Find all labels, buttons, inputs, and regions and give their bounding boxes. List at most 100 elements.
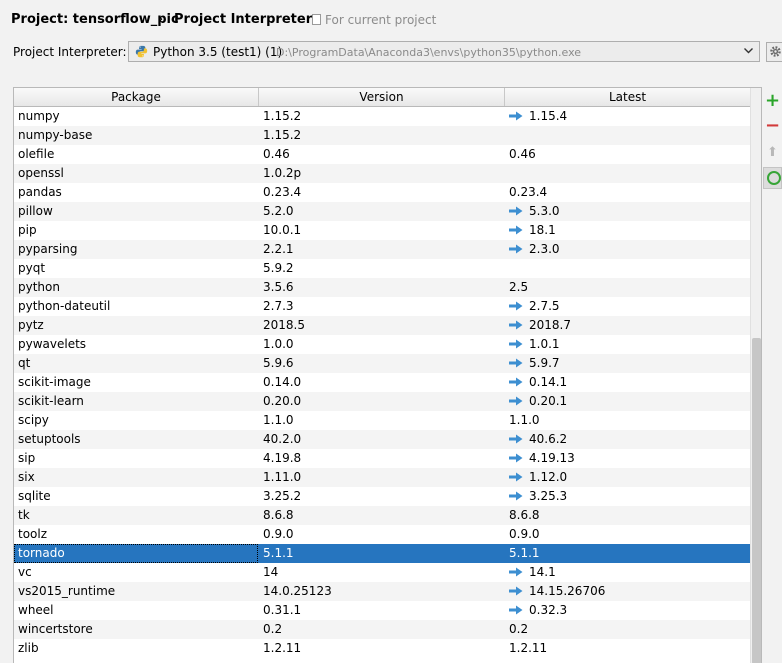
package-latest-cell: 14.15.26706 (509, 582, 749, 601)
arrow-right-icon (509, 301, 523, 311)
table-row[interactable]: pyparsing 2.2.1 2.3.0 (14, 240, 750, 259)
package-version-cell: 2.7.3 (263, 299, 294, 313)
package-version-cell: 3.25.2 (263, 489, 302, 503)
package-name-cell: pytz (18, 318, 44, 332)
column-header-version[interactable]: Version (259, 88, 505, 106)
table-row[interactable]: pywavelets 1.0.0 1.0.1 (14, 335, 750, 354)
chevron-down-icon[interactable] (743, 45, 754, 56)
latest-version-label: 1.0.1 (529, 337, 560, 351)
remove-package-button[interactable]: − (763, 116, 782, 136)
latest-version-label: 0.20.1 (529, 394, 568, 408)
table-row[interactable]: pandas 0.23.4 0.23.4 (14, 183, 750, 202)
document-icon (312, 14, 321, 25)
package-name-cell: pyqt (18, 261, 46, 275)
latest-version-label: 3.25.3 (529, 489, 568, 503)
package-version-cell: 2018.5 (263, 318, 305, 332)
table-row[interactable]: pyqt 5.9.2 (14, 259, 750, 278)
table-row[interactable]: tornado 5.1.1 5.1.1 (14, 544, 750, 563)
table-row[interactable]: sip 4.19.8 4.19.13 (14, 449, 750, 468)
package-latest-cell: 14.1 (509, 563, 749, 582)
package-latest-cell: 2.5 (509, 278, 749, 297)
table-row[interactable]: pip 10.0.1 18.1 (14, 221, 750, 240)
package-latest-cell: 0.9.0 (509, 525, 749, 544)
upgrade-package-button[interactable]: ⬆ (763, 143, 782, 163)
table-row[interactable]: pytz 2018.5 2018.7 (14, 316, 750, 335)
package-latest-cell: 1.1.0 (509, 411, 749, 430)
arrow-right-icon (509, 206, 523, 216)
package-name-cell: setuptools (18, 432, 81, 446)
package-latest-cell: 0.20.1 (509, 392, 749, 411)
refresh-icon (767, 171, 781, 185)
table-row[interactable]: setuptools 40.2.0 40.6.2 (14, 430, 750, 449)
table-row[interactable]: six 1.11.0 1.12.0 (14, 468, 750, 487)
arrow-right-icon (509, 472, 523, 482)
package-version-cell: 1.1.0 (263, 413, 294, 427)
table-row[interactable]: scipy 1.1.0 1.1.0 (14, 411, 750, 430)
package-name-cell: six (18, 470, 35, 484)
package-version-cell: 1.2.11 (263, 641, 302, 655)
table-row[interactable]: vc 14 14.1 (14, 563, 750, 582)
table-row[interactable]: sqlite 3.25.2 3.25.3 (14, 487, 750, 506)
table-row[interactable]: scikit-learn 0.20.0 0.20.1 (14, 392, 750, 411)
package-latest-cell (509, 259, 749, 278)
table-row[interactable]: wincertstore 0.2 0.2 (14, 620, 750, 639)
package-latest-cell: 0.32.3 (509, 601, 749, 620)
arrow-up-icon: ⬆ (767, 145, 778, 160)
table-row[interactable]: python-dateutil 2.7.3 2.7.5 (14, 297, 750, 316)
table-row[interactable]: qt 5.9.6 5.9.7 (14, 354, 750, 373)
package-name-cell: scikit-image (18, 375, 91, 389)
table-row[interactable]: wheel 0.31.1 0.32.3 (14, 601, 750, 620)
arrow-right-icon (509, 491, 523, 501)
interpreter-settings-button[interactable] (766, 42, 782, 62)
scrollbar-thumb[interactable] (752, 338, 761, 663)
breadcrumb-separator: › (158, 12, 164, 27)
package-latest-cell: 0.2 (509, 620, 749, 639)
package-version-cell: 5.2.0 (263, 204, 294, 218)
package-name-cell: pillow (18, 204, 53, 218)
table-row[interactable]: olefile 0.46 0.46 (14, 145, 750, 164)
package-name-cell: zlib (18, 641, 39, 655)
package-name-cell: pandas (18, 185, 62, 199)
vertical-scrollbar[interactable] (750, 88, 761, 663)
table-row[interactable]: tk 8.6.8 8.6.8 (14, 506, 750, 525)
table-body: numpy 1.15.2 1.15.4 numpy-base 1.15.2 olefile… (14, 107, 750, 658)
table-row[interactable]: openssl 1.0.2p (14, 164, 750, 183)
python-icon (135, 45, 148, 58)
table-row[interactable]: zlib 1.2.11 1.2.11 (14, 639, 750, 658)
breadcrumb-project[interactable]: Project: tensorflow_pic (11, 12, 179, 27)
table-row[interactable]: pillow 5.2.0 5.3.0 (14, 202, 750, 221)
interpreter-name: Python 3.5 (test1) (1) (153, 45, 283, 59)
scope-hint: For current project (312, 13, 436, 27)
table-row[interactable]: toolz 0.9.0 0.9.0 (14, 525, 750, 544)
package-name-cell: scipy (18, 413, 49, 427)
latest-version-label: 1.12.0 (529, 470, 568, 484)
arrow-right-icon (509, 586, 523, 596)
package-version-cell: 4.19.8 (263, 451, 302, 465)
table-row[interactable]: numpy-base 1.15.2 (14, 126, 750, 145)
table-row[interactable]: python 3.5.6 2.5 (14, 278, 750, 297)
package-name-cell: pywavelets (18, 337, 87, 351)
interpreter-select[interactable]: Python 3.5 (test1) (1) D:\ProgramData\An… (128, 41, 760, 62)
package-name-cell: wincertstore (18, 622, 93, 636)
table-row[interactable]: scikit-image 0.14.0 0.14.1 (14, 373, 750, 392)
show-latest-toggle[interactable] (763, 167, 782, 189)
add-package-button[interactable]: + (763, 91, 782, 111)
package-version-cell: 0.14.0 (263, 375, 302, 389)
package-name-cell: openssl (18, 166, 64, 180)
table-row[interactable]: numpy 1.15.2 1.15.4 (14, 107, 750, 126)
latest-version-label: 0.2 (509, 622, 529, 636)
table-row[interactable]: vs2015_runtime 14.0.25123 14.15.26706 (14, 582, 750, 601)
package-toolbar: + − ⬆ (763, 87, 782, 207)
package-name-cell: vs2015_runtime (18, 584, 116, 598)
package-latest-cell: 0.14.1 (509, 373, 749, 392)
latest-version-label: 5.1.1 (509, 546, 540, 560)
package-version-cell: 5.9.6 (263, 356, 294, 370)
latest-version-label: 2.5 (509, 280, 529, 294)
package-version-cell: 1.15.2 (263, 109, 302, 123)
latest-version-label: 14.1 (529, 565, 556, 579)
latest-version-label: 5.3.0 (529, 204, 560, 218)
package-latest-cell: 3.25.3 (509, 487, 749, 506)
column-header-package[interactable]: Package (14, 88, 259, 106)
packages-table: Package Version Latest numpy 1.15.2 1.15.4… (13, 87, 762, 663)
column-header-latest[interactable]: Latest (505, 88, 750, 106)
